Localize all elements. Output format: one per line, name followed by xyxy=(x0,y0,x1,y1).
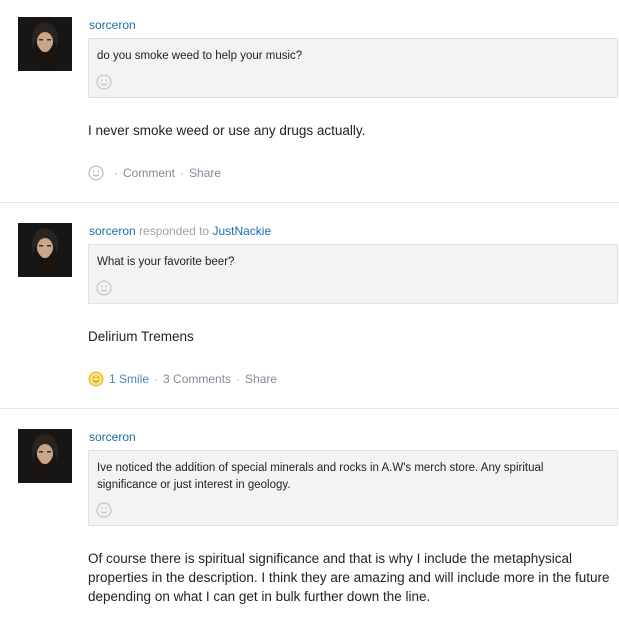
post-divider xyxy=(0,202,619,203)
share-link[interactable]: Share xyxy=(245,372,277,386)
responded-target-link[interactable]: JustNackie xyxy=(212,224,271,238)
username: sorceron xyxy=(89,430,136,444)
separator: · xyxy=(154,372,159,386)
avatar[interactable] xyxy=(18,17,72,71)
username-text[interactable]: sorceron xyxy=(89,224,136,238)
username-text[interactable]: sorceron xyxy=(89,430,136,444)
username-text[interactable]: sorceron xyxy=(89,18,136,32)
post-actions: · Comment · Share xyxy=(88,164,221,182)
separator: · xyxy=(236,372,241,386)
smile-icon[interactable] xyxy=(88,165,104,181)
smile-icon[interactable] xyxy=(96,502,112,518)
answer-text: Delirium Tremens xyxy=(88,329,194,344)
question-box: Ive noticed the addition of special mine… xyxy=(88,450,618,526)
question-text: do you smoke weed to help your music? xyxy=(97,50,303,62)
username[interactable]: sorceron xyxy=(89,18,136,32)
question-box: What is your favorite beer? xyxy=(88,244,618,304)
answer-text: I never smoke weed or use any drugs actu… xyxy=(88,123,366,138)
smile-icon[interactable] xyxy=(96,280,112,296)
comment-link[interactable]: 3 Comments xyxy=(163,372,231,386)
smile-icon[interactable] xyxy=(96,74,112,90)
post-divider xyxy=(0,408,619,409)
share-link[interactable]: Share xyxy=(189,166,221,180)
question-box: do you smoke weed to help your music? xyxy=(88,38,618,98)
separator: · xyxy=(114,166,118,180)
avatar[interactable] xyxy=(18,223,72,277)
avatar[interactable] xyxy=(18,429,72,483)
post-actions: 1 Smile · 3 Comments · Share xyxy=(88,370,277,388)
responded-to-label: responded to xyxy=(139,224,210,238)
separator: · xyxy=(180,166,185,180)
smile-count[interactable]: 1 Smile xyxy=(109,372,149,386)
question-text: What is your favorite beer? xyxy=(97,256,235,268)
username: sorceron responded to JustNackie xyxy=(89,224,271,238)
smile-icon-active[interactable] xyxy=(88,371,104,387)
answer-text: Of course there is spiritual significanc… xyxy=(88,551,610,604)
question-text: Ive noticed the addition of special mine… xyxy=(97,462,544,491)
comment-link[interactable]: Comment xyxy=(123,166,175,180)
